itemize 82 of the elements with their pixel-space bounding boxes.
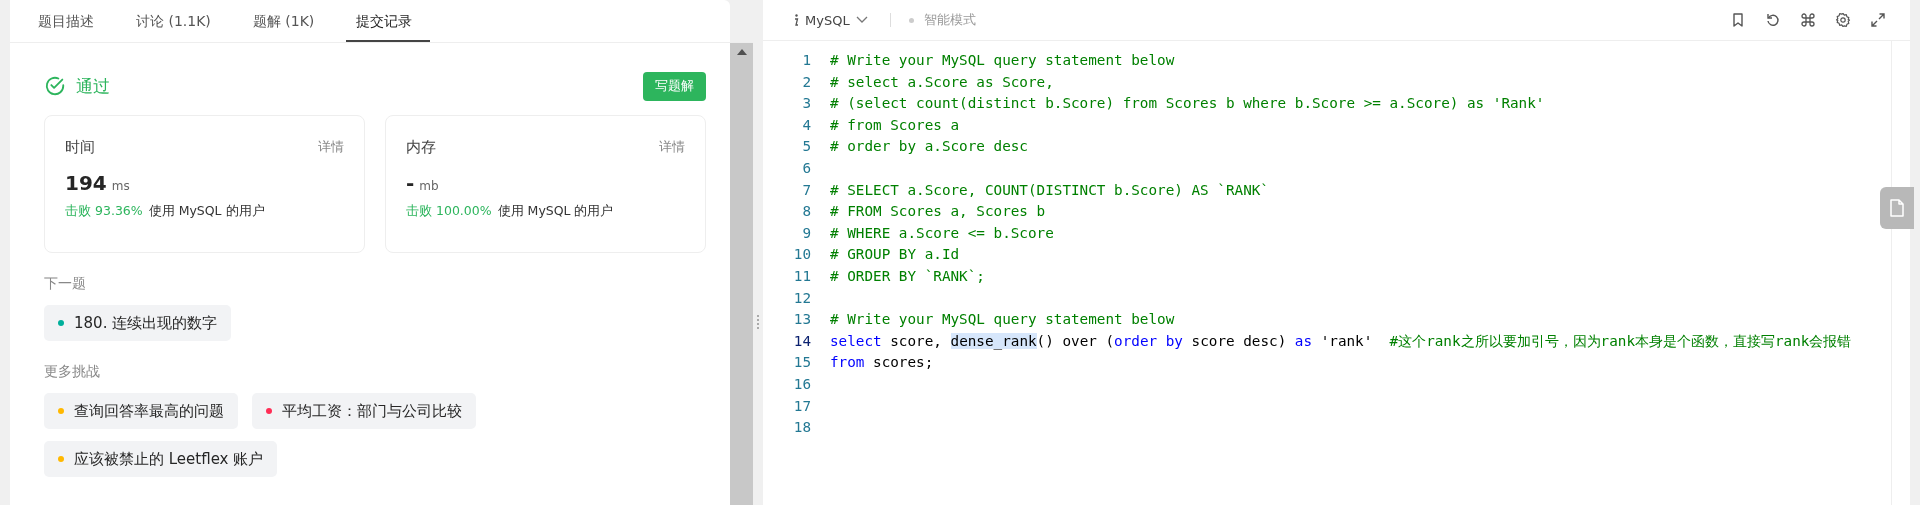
- stat-unit: mb: [419, 179, 439, 193]
- line-number: 13: [792, 310, 811, 330]
- scrollbar[interactable]: [730, 42, 753, 505]
- code-comment: # GROUP BY a.Id: [830, 246, 960, 263]
- stat-unit: ms: [111, 179, 130, 193]
- resize-handle[interactable]: [757, 314, 759, 331]
- chevron-down-icon: [855, 16, 868, 24]
- code-comment: # from Scores a: [830, 116, 960, 133]
- code-comment: # select a.Score as Score,: [830, 73, 1054, 90]
- code-text: score,: [889, 332, 943, 349]
- code-comment: # WHERE a.Score <= b.Score: [830, 224, 1054, 241]
- code-keyword: select: [830, 332, 882, 349]
- line-number: 10: [792, 245, 811, 265]
- problem-title: 应该被禁止的 Leetflex 账户: [74, 449, 264, 469]
- info-icon: [793, 14, 799, 26]
- line-number: 4: [801, 115, 811, 135]
- code-comment: # Write your MySQL query statement below: [830, 52, 1175, 68]
- line-number: 15: [792, 353, 811, 373]
- beat-description: 使用 MySQL 的用户: [148, 203, 265, 220]
- status-text: 通过: [76, 74, 110, 98]
- bookmark-icon[interactable]: [1730, 12, 1746, 28]
- stat-title: 时间: [65, 138, 95, 157]
- check-circle-icon: [44, 75, 66, 97]
- scroll-up-icon[interactable]: [736, 49, 747, 55]
- code-text: score desc): [1190, 332, 1288, 349]
- command-icon[interactable]: [1800, 12, 1816, 28]
- tab[interactable]: 题解 (1K): [242, 0, 333, 42]
- problem-chip[interactable]: 应该被禁止的 Leetflex 账户: [44, 441, 278, 477]
- code-keyword: as: [1294, 332, 1313, 349]
- code-text: () over (: [1036, 332, 1115, 349]
- tab[interactable]: 提交记录: [346, 0, 431, 42]
- line-number: 17: [792, 396, 811, 416]
- stat-title: 内存: [406, 138, 436, 157]
- line-number: 7: [801, 180, 811, 200]
- line-number: 1: [801, 51, 811, 70]
- code-comment: # order by a.Score desc: [830, 138, 1028, 155]
- problem-title: 平均工资：部门与公司比较: [282, 401, 462, 421]
- line-number: 5: [801, 137, 811, 157]
- beat-percent: 93.36%: [95, 203, 143, 220]
- code-comment: # Write your MySQL query statement below: [830, 311, 1175, 328]
- line-number: 12: [792, 288, 811, 308]
- problem-title: 180. 连续出现的数字: [74, 313, 218, 333]
- stat-value: 194: [65, 171, 107, 195]
- problem-chip[interactable]: 查询回答率最高的问题: [44, 393, 238, 429]
- line-number: 9: [801, 223, 811, 243]
- document-icon: [1889, 199, 1905, 217]
- beat-percent: 100.00%: [436, 203, 492, 220]
- section-heading: 下一题: [44, 275, 87, 293]
- code-comment: # ORDER BY `RANK`;: [830, 267, 985, 284]
- reset-icon[interactable]: [1765, 12, 1781, 28]
- problem-chip[interactable]: 平均工资：部门与公司比较: [252, 393, 476, 429]
- settings-icon[interactable]: [1835, 12, 1851, 28]
- code-text: 'rank': [1319, 332, 1374, 349]
- stat-value: -: [406, 171, 415, 195]
- line-number: 8: [801, 202, 811, 222]
- code-keyword: order by: [1114, 332, 1183, 349]
- code-comment: #这个rank之所以要加引号，因为rank本身是个函数，直接写rank会报错: [1389, 332, 1852, 349]
- line-number: 6: [801, 158, 811, 178]
- section-heading: 更多挑战: [44, 363, 101, 381]
- beat-description: 使用 MySQL 的用户: [497, 203, 614, 220]
- problem-chip[interactable]: 180. 连续出现的数字: [44, 305, 232, 341]
- tab[interactable]: 讨论 (1.1K): [126, 0, 229, 42]
- line-number: 14: [792, 331, 811, 351]
- line-number: 3: [801, 94, 811, 114]
- line-number: 11: [792, 266, 811, 286]
- code-comment: # (select count(distinct b.Score) from Scores b where b.Score >= a.Score) as 'Rank': [830, 95, 1545, 112]
- code-keyword: from: [830, 354, 865, 371]
- problem-title: 查询回答率最高的问题: [74, 401, 224, 421]
- line-number: 16: [792, 374, 811, 394]
- language-dropdown[interactable]: MySQL: [793, 12, 868, 28]
- code-comment: # FROM Scores a, Scores b: [830, 203, 1046, 220]
- line-number: 18: [792, 418, 811, 438]
- detail-link[interactable]: 详情: [318, 138, 344, 157]
- beat-label: 击败: [65, 203, 91, 220]
- code-highlight: dense_rank: [950, 332, 1037, 349]
- code-text: scores;: [872, 354, 934, 371]
- beat-label: 击败: [406, 203, 432, 220]
- expand-icon[interactable]: [1870, 12, 1886, 28]
- line-number: 2: [801, 72, 811, 92]
- tab[interactable]: 题目描述: [28, 0, 112, 42]
- detail-link[interactable]: 详情: [659, 138, 685, 157]
- code-comment: # SELECT a.Score, COUNT(DISTINCT b.Score) AS `RANK`: [830, 181, 1269, 198]
